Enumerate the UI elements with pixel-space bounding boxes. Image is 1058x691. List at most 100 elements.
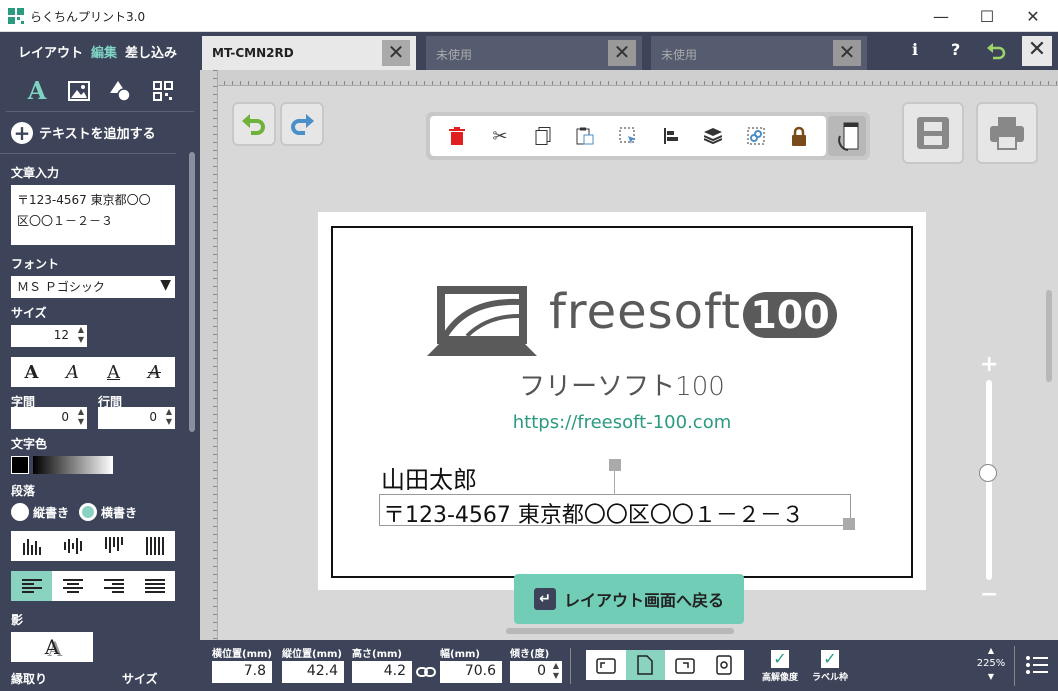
color-swatch[interactable] (11, 456, 29, 474)
align-middle-icon[interactable] (52, 531, 93, 561)
paste-icon[interactable] (571, 122, 599, 150)
close-tab-icon[interactable]: ✕ (608, 40, 636, 66)
zoom-slider-knob[interactable] (979, 464, 997, 482)
website-url[interactable]: https://freesoft-100.com (333, 412, 911, 433)
business-card: freesoft 100 フリーソフト100 https://freesoft-… (331, 226, 913, 578)
lock-icon[interactable] (785, 122, 813, 150)
portrait-page-icon[interactable] (625, 650, 665, 680)
cut-icon[interactable]: ✂ (486, 122, 514, 150)
align-bottom-icon[interactable] (11, 531, 52, 561)
shape-tool-icon[interactable] (106, 76, 136, 106)
rotate-left-icon[interactable] (586, 650, 626, 680)
tab-document-2[interactable]: 未使用 ✕ (426, 36, 642, 70)
size-stepper[interactable]: 12 ▲ ▼ (11, 325, 87, 347)
rotate-object-button[interactable] (828, 116, 866, 156)
vertical-align-group (11, 531, 175, 561)
person-name[interactable]: 山田太郎 (381, 460, 477, 495)
tab-edit[interactable]: 編集 (91, 42, 117, 61)
shadow-preview-icon: A (44, 635, 60, 659)
close-tab-icon[interactable]: ✕ (833, 40, 861, 66)
trash-icon[interactable] (443, 122, 471, 150)
horizontal-radio[interactable] (79, 503, 98, 521)
close-window-button[interactable]: ✕ (1010, 0, 1056, 32)
stepper-arrows-icon[interactable]: ▲ ▼ (78, 407, 84, 427)
maximize-button[interactable]: ☐ (964, 0, 1010, 32)
tab-layout[interactable]: レイアウト (18, 42, 83, 61)
align-top-icon[interactable] (93, 531, 134, 561)
logo-image[interactable]: freesoft 100 (427, 280, 839, 364)
zoom-level-control[interactable]: ▲ 225% ▼ (976, 644, 1006, 683)
resize-handle[interactable] (843, 518, 855, 530)
tab-merge[interactable]: 差し込み (125, 42, 177, 61)
rotate-handle[interactable] (609, 459, 621, 471)
color-gradient-picker[interactable] (33, 456, 113, 474)
bold-button[interactable]: A (11, 357, 52, 387)
vertical-radio[interactable] (11, 503, 29, 521)
align-left-icon[interactable] (11, 571, 52, 601)
shadow-button[interactable]: A (11, 632, 93, 662)
zoom-in-icon[interactable]: + (980, 352, 998, 377)
undo-icon[interactable] (986, 42, 1006, 60)
brand-japanese[interactable]: フリーソフト100 (333, 366, 911, 403)
zoom-out-icon[interactable]: − (980, 582, 998, 607)
align-objects-icon[interactable] (657, 122, 685, 150)
qrcode-tool-icon[interactable] (148, 76, 178, 106)
height-field[interactable]: 4.2 (352, 661, 412, 683)
horizontal-ruler (200, 70, 1058, 86)
underline-button[interactable]: A (93, 357, 134, 387)
rotate-180-icon[interactable] (705, 650, 745, 680)
sidebar-scrollbar[interactable] (189, 152, 195, 432)
rotation-field[interactable]: 0 ▲ ▼ (510, 661, 562, 683)
info-icon[interactable]: i (912, 40, 918, 59)
redo-button[interactable] (280, 102, 324, 146)
canvas-vertical-scrollbar[interactable] (1046, 290, 1052, 382)
help-icon[interactable]: ? (951, 40, 960, 59)
stepper-arrows-icon[interactable]: ▲ ▼ (553, 661, 559, 681)
align-justify-icon[interactable] (134, 571, 175, 601)
align-center-icon[interactable] (52, 571, 93, 601)
add-text-button[interactable]: + テキストを追加する (0, 112, 176, 154)
undo-button[interactable] (232, 102, 276, 146)
align-right-icon[interactable] (93, 571, 134, 601)
zoom-up-arrow-icon[interactable]: ▲ (976, 644, 1006, 657)
undo-arrow-icon (242, 114, 265, 135)
group-link-icon[interactable] (742, 122, 770, 150)
tab-document-3[interactable]: 未使用 ✕ (651, 36, 867, 70)
high-resolution-checkbox[interactable]: ✓ 高解像度 (762, 650, 798, 684)
text-input-area[interactable]: 〒123-4567 東京都〇〇 区〇〇１－２－３ (11, 185, 175, 245)
selected-text-box[interactable]: 〒123-4567 東京都〇〇区〇〇１－２－３ (379, 459, 855, 530)
text-tool-icon[interactable]: A (22, 76, 52, 106)
copy-icon[interactable] (529, 122, 557, 150)
close-document-icon[interactable]: ✕ (1022, 36, 1052, 66)
divider (1014, 646, 1015, 686)
minimize-button[interactable]: — (918, 0, 964, 32)
close-tab-icon[interactable]: ✕ (382, 40, 410, 66)
stepper-arrows-icon[interactable]: ▲ ▼ (166, 407, 172, 427)
italic-button[interactable]: A (52, 357, 93, 387)
aspect-lock-link-icon[interactable] (416, 666, 436, 678)
width-field[interactable]: 70.6 (440, 661, 502, 683)
logo-number-badge: 100 (743, 292, 837, 338)
save-button[interactable] (902, 102, 964, 164)
x-position-field[interactable]: 7.8 (212, 661, 272, 683)
canvas-horizontal-scrollbar[interactable] (506, 628, 734, 634)
tab-document-1[interactable]: MT-CMN2RD ✕ (202, 36, 416, 70)
select-area-icon[interactable] (614, 122, 642, 150)
line-spacing-stepper[interactable]: 0 ▲ ▼ (98, 407, 175, 429)
text-style-group: A A A A (11, 357, 175, 387)
layers-icon[interactable] (699, 122, 727, 150)
font-select[interactable]: ＭＳ Ｐゴシック ▼ (11, 276, 175, 298)
stepper-arrows-icon[interactable]: ▲ ▼ (78, 325, 84, 345)
back-to-layout-button[interactable]: ↵ レイアウト画面へ戻る (514, 574, 744, 624)
zoom-down-arrow-icon[interactable]: ▼ (976, 670, 1006, 683)
menu-list-icon[interactable] (1026, 655, 1048, 675)
align-justify-vertical-icon[interactable] (134, 531, 175, 561)
rotate-right-icon[interactable] (665, 650, 705, 680)
print-button[interactable] (976, 102, 1038, 164)
label-frame-checkbox[interactable]: ✓ ラベル枠 (812, 650, 848, 684)
strikethrough-button[interactable]: A (134, 357, 175, 387)
char-spacing-stepper[interactable]: 0 ▲ ▼ (11, 407, 87, 429)
image-tool-icon[interactable] (64, 76, 94, 106)
paragraph-label: 段落 (11, 484, 36, 498)
y-position-field[interactable]: 42.4 (282, 661, 344, 683)
